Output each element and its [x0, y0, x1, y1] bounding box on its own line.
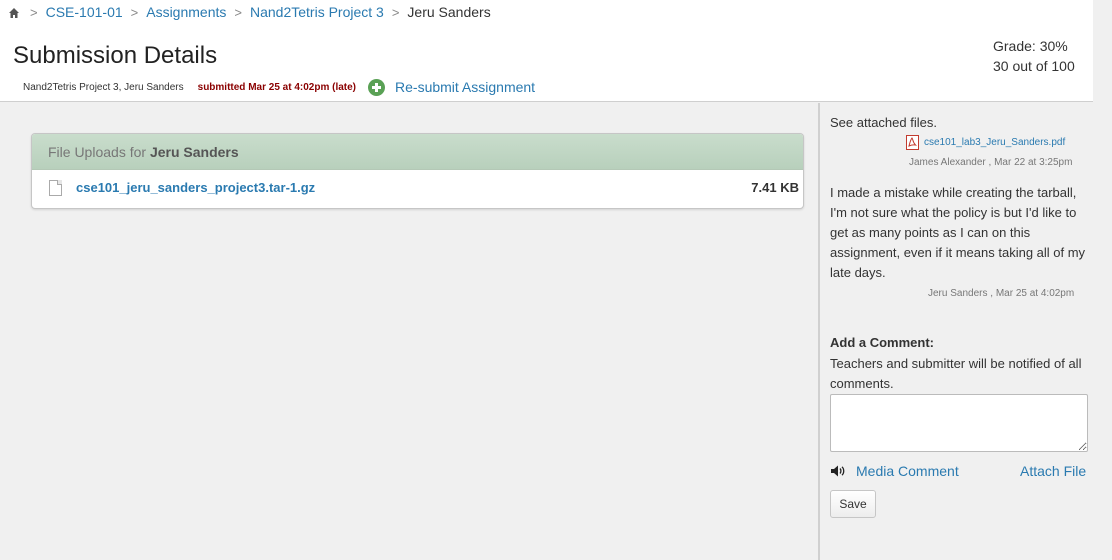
- file-icon: [49, 180, 62, 196]
- chevron-right-icon: >: [130, 4, 139, 20]
- comment-input[interactable]: [830, 394, 1088, 452]
- notify-notice: Teachers and submitter will be notified …: [830, 356, 1082, 391]
- chevron-right-icon: >: [391, 4, 400, 20]
- resubmit-button[interactable]: Re-submit Assignment: [368, 78, 536, 96]
- file-uploads-header: File Uploads for Jeru Sanders: [32, 134, 803, 170]
- page-title: Submission Details: [13, 42, 218, 69]
- header-edge: [1093, 0, 1112, 102]
- home-icon[interactable]: [8, 6, 20, 18]
- attach-file-link[interactable]: Attach File: [1020, 463, 1086, 479]
- speaker-icon: [830, 464, 846, 478]
- comment-author: Jeru Sanders: [928, 288, 988, 299]
- comment-text: I made a mistake while creating the tarb…: [830, 185, 1086, 280]
- grade-points: 30 out of 100: [993, 58, 1075, 74]
- media-comment-button[interactable]: Media Comment: [830, 463, 959, 479]
- file-row: cse101_jeru_sanders_project3.tar-1.gz 7.…: [32, 170, 803, 208]
- breadcrumb-assignments[interactable]: Assignments: [146, 4, 226, 20]
- comment-author: James Alexander: [909, 157, 986, 168]
- file-uploads-student: Jeru Sanders: [149, 144, 239, 160]
- submission-info: Nand2Tetris Project 3, Jeru Sanders: [23, 81, 184, 93]
- attachment-name: cse101_lab3_Jeru_Sanders.pdf: [924, 137, 1066, 148]
- add-comment-heading: Add a Comment:: [830, 335, 934, 350]
- file-uploads-panel: File Uploads for Jeru Sanders cse101_jer…: [31, 133, 804, 209]
- comment-date: Mar 25 at 4:02pm: [995, 288, 1075, 299]
- submission-status: submitted Mar 25 at 4:02pm (late): [197, 81, 357, 93]
- comments-sidebar: See attached files. cse101_lab3_Jeru_San…: [820, 103, 1112, 560]
- save-button[interactable]: Save: [830, 490, 876, 518]
- grade-percent: Grade: 30%: [993, 38, 1068, 54]
- file-size: 7.41 KB: [751, 180, 799, 195]
- file-uploads-prefix: File Uploads for: [48, 144, 147, 160]
- pdf-icon: [905, 135, 920, 150]
- resubmit-label: Re-submit Assignment: [395, 79, 536, 95]
- comment-meta: James Alexander , Mar 22 at 3:25pm: [909, 157, 1073, 168]
- media-comment-label: Media Comment: [856, 463, 959, 479]
- breadcrumb: > CSE-101-01 > Assignments > Nand2Tetris…: [7, 3, 491, 21]
- comment-date: Mar 22 at 3:25pm: [994, 157, 1073, 168]
- comment-attachment-link[interactable]: cse101_lab3_Jeru_Sanders.pdf: [905, 135, 1065, 150]
- breadcrumb-assignment[interactable]: Nand2Tetris Project 3: [250, 4, 384, 20]
- plus-circle-icon: [368, 78, 386, 96]
- comment-meta: Jeru Sanders , Mar 25 at 4:02pm: [928, 288, 1075, 299]
- file-link[interactable]: cse101_jeru_sanders_project3.tar-1.gz: [76, 180, 315, 195]
- breadcrumb-course[interactable]: CSE-101-01: [46, 4, 123, 20]
- comment-text: See attached files.: [830, 115, 937, 130]
- chevron-right-icon: >: [234, 4, 242, 20]
- grade-summary: Grade: 30% 30 out of 100: [993, 36, 1075, 76]
- chevron-right-icon: >: [30, 4, 38, 20]
- breadcrumb-current: Jeru Sanders: [407, 4, 491, 20]
- submission-line: Nand2Tetris Project 3, Jeru Sanders subm…: [23, 77, 535, 97]
